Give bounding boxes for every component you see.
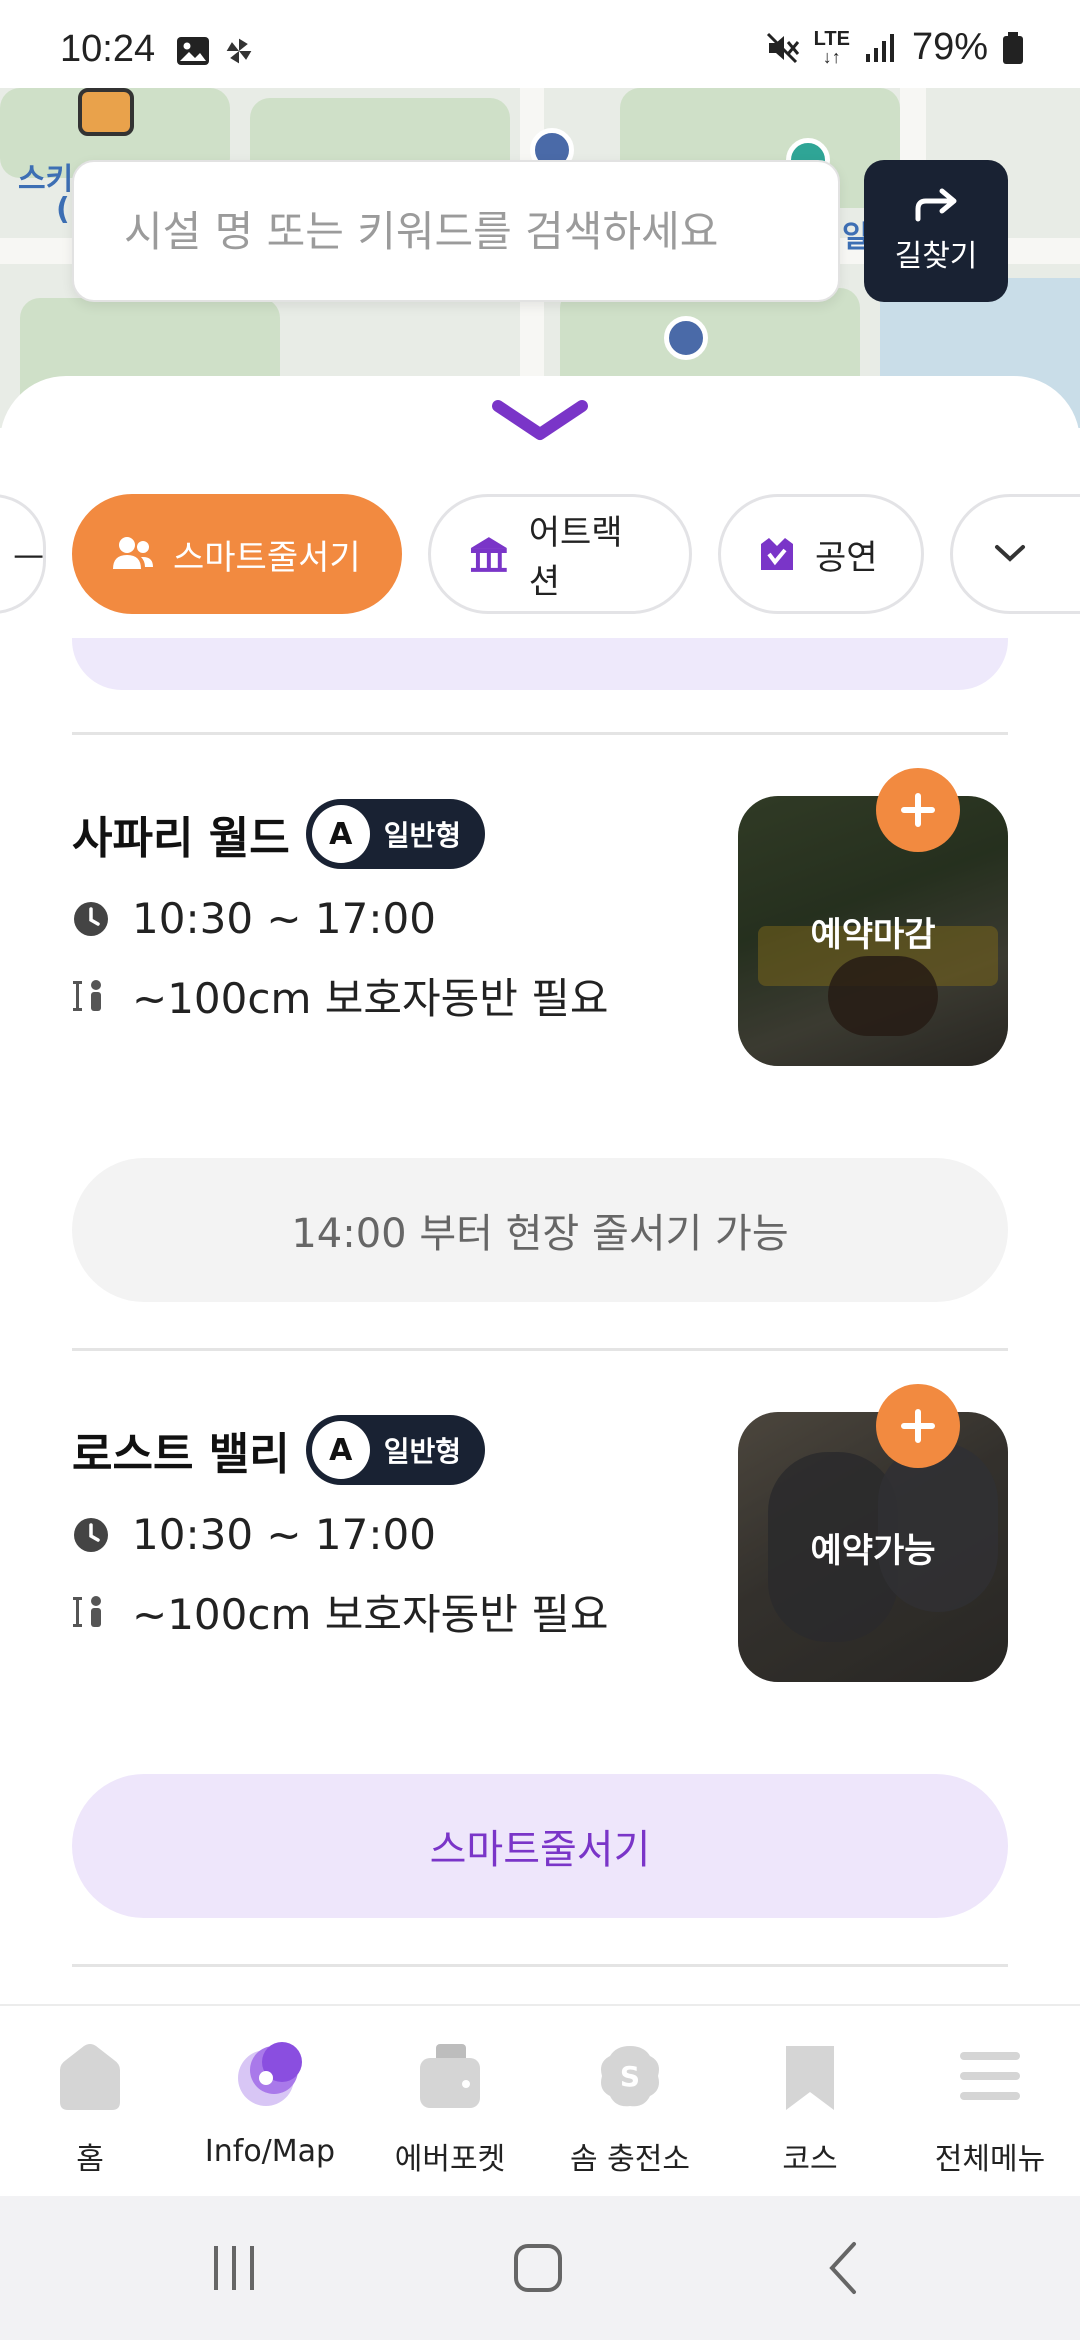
divider: [72, 1348, 1008, 1351]
pinwheel-icon: [226, 38, 252, 64]
nav-all-menu[interactable]: 전체메뉴: [900, 2006, 1080, 2196]
back-icon[interactable]: [818, 2240, 874, 2296]
people-icon: [113, 537, 153, 569]
chip-expand[interactable]: [950, 494, 1080, 614]
bottom-sheet: ᅳ 스마트줄서기 어트랙션 공연 사파리 월드 A 일반형 10:30 ~ 17…: [0, 376, 1080, 2004]
show-icon: [761, 538, 793, 570]
nav-home[interactable]: 홈: [0, 2006, 180, 2196]
chip-label: 공연: [815, 537, 878, 578]
chip-partial[interactable]: ᅳ: [0, 494, 46, 614]
add-ride-button[interactable]: [876, 1384, 960, 1468]
clock-icon: [74, 1517, 108, 1552]
badge-text: 일반형: [383, 819, 461, 852]
bottom-nav: 홈 Info/Map 에버포켓 S 솜 충전소 코스 전체메뉴: [0, 2004, 1080, 2196]
status-time: 10:24: [60, 28, 156, 70]
chip-label: 어트랙션: [528, 513, 623, 602]
height-icon: [73, 1595, 101, 1627]
ride-status: 예약가능: [810, 1530, 936, 1571]
search-input[interactable]: [124, 206, 838, 256]
home-icon: [60, 2044, 120, 2110]
clock-icon: [74, 901, 108, 936]
route-arrow-icon: [915, 188, 957, 222]
badge-letter: A: [311, 805, 370, 863]
lte-label: LTE ↓↑: [813, 27, 850, 67]
chip-attraction[interactable]: 어트랙션: [428, 494, 692, 614]
smart-queue-button[interactable]: 스마트줄서기: [72, 1774, 1008, 1918]
ride-badge: A 일반형: [305, 1415, 485, 1485]
ride-height: ~100cm 보호자동반 필요: [132, 974, 609, 1023]
ride-image[interactable]: 예약마감: [738, 796, 1008, 1066]
plus-icon: [901, 793, 935, 827]
ride-hours: 10:30 ~ 17:00: [132, 1510, 436, 1559]
menu-icon: [960, 2052, 1020, 2100]
gondola-icon[interactable]: [78, 88, 134, 136]
add-ride-button[interactable]: [876, 768, 960, 852]
status-bar: 10:24 LTE ↓↑ 79%: [0, 0, 1080, 88]
bookmark-icon: [786, 2046, 834, 2110]
map-label: (: [56, 192, 70, 227]
chip-show[interactable]: 공연: [718, 494, 924, 614]
first-aid-icon[interactable]: [664, 316, 708, 360]
ride-image[interactable]: 예약가능: [738, 1412, 1008, 1682]
onsite-queue-info-button[interactable]: 14:00 부터 현장 줄서기 가능: [72, 1158, 1008, 1302]
system-nav-bar: [0, 2196, 1080, 2340]
chip-smart-queue[interactable]: 스마트줄서기: [72, 494, 402, 614]
nav-label: 전체메뉴: [934, 2142, 1046, 2177]
battery-percent: 79%: [911, 26, 988, 68]
search-box[interactable]: [72, 160, 840, 302]
ride-height: ~100cm 보호자동반 필요: [132, 1590, 609, 1639]
nav-label: 에버포켓: [394, 2142, 506, 2177]
gallery-icon: [177, 37, 209, 65]
svg-text:S: S: [620, 2060, 640, 2093]
category-chips: ᅳ 스마트줄서기 어트랙션 공연: [0, 494, 1080, 614]
nav-label: 코스: [782, 2142, 838, 2177]
chip-label: 스마트줄서기: [173, 537, 361, 578]
map-icon: [238, 2042, 302, 2106]
nav-label: 솜 충전소: [570, 2142, 690, 2177]
nav-info-map[interactable]: Info/Map: [180, 2006, 360, 2196]
carousel-icon: [470, 537, 507, 572]
battery-icon: [1003, 31, 1023, 64]
chevron-down-icon: [995, 545, 1025, 562]
recents-icon[interactable]: [206, 2240, 262, 2296]
nav-charge-station[interactable]: S 솜 충전소: [540, 2006, 720, 2196]
nav-ever-pocket[interactable]: 에버포켓: [360, 2006, 540, 2196]
ride-status: 예약마감: [810, 914, 936, 955]
ride-hours: 10:30 ~ 17:00: [132, 894, 436, 943]
ride-name: 로스트 밸리: [72, 1429, 290, 1480]
signal-icon: [865, 33, 894, 62]
route-label: 길찾기: [894, 239, 978, 274]
home-button-icon[interactable]: [510, 2240, 566, 2296]
ride-card[interactable]: 로스트 밸리 A 일반형 10:30 ~ 17:00 ~100cm 보호자동반 …: [72, 1412, 1008, 1682]
route-button[interactable]: 길찾기: [864, 160, 1008, 302]
ride-badge: A 일반형: [305, 799, 485, 869]
divider: [72, 1964, 1008, 1967]
divider: [72, 732, 1008, 735]
ride-card[interactable]: 사파리 월드 A 일반형 10:30 ~ 17:00 ~100cm 보호자동반 …: [72, 796, 1008, 1066]
badge-letter: A: [311, 1421, 370, 1479]
status-right: LTE ↓↑ 79%: [766, 26, 1024, 69]
badge-text: 일반형: [383, 1435, 461, 1468]
height-icon: [73, 979, 101, 1011]
ride-name: 사파리 월드: [72, 813, 290, 864]
previous-card-button[interactable]: [72, 638, 1008, 690]
nav-label: Info/Map: [204, 2134, 336, 2169]
wallet-icon: [420, 2044, 480, 2108]
charge-icon: S: [601, 2046, 659, 2107]
nav-label: 홈: [76, 2142, 104, 2177]
mute-icon: [766, 32, 799, 63]
collapse-chevron-icon[interactable]: [490, 398, 590, 444]
plus-icon: [901, 1409, 935, 1443]
nav-course[interactable]: 코스: [720, 2006, 900, 2196]
